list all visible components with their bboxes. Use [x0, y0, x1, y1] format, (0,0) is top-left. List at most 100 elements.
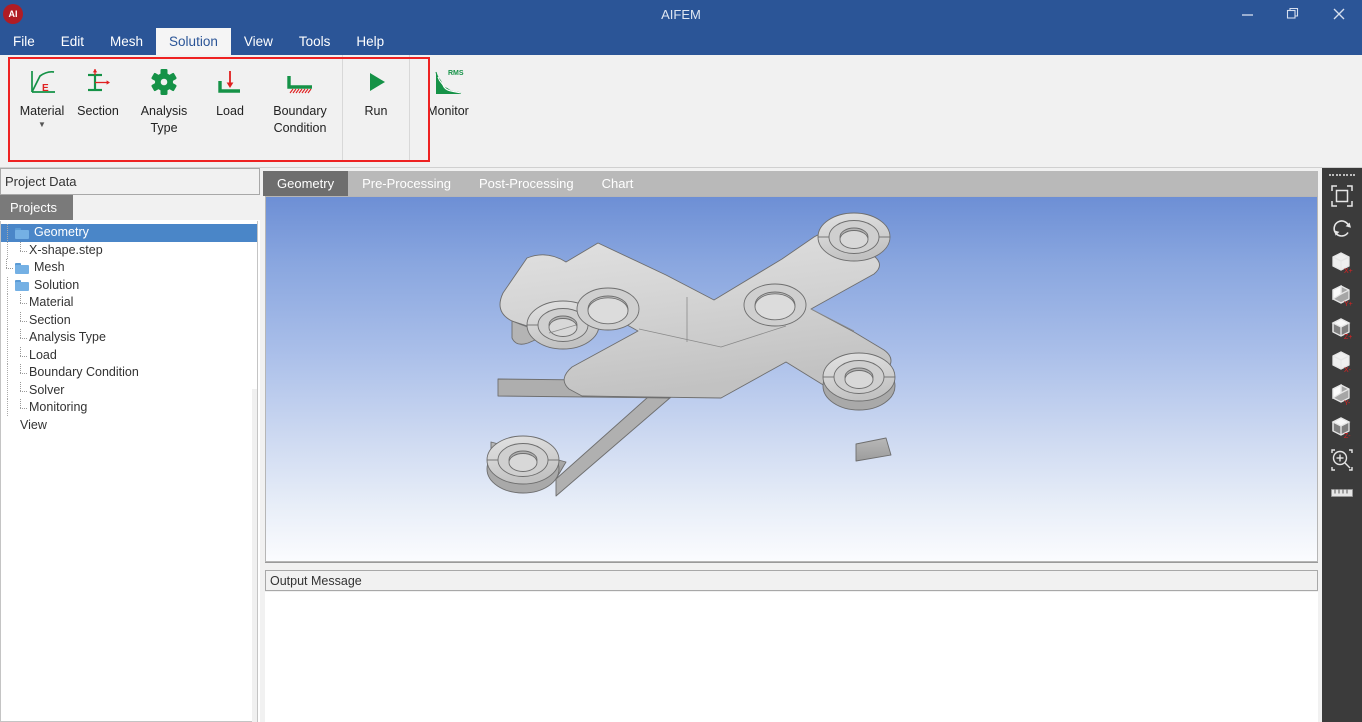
rms-chart-icon: RMS [431, 65, 465, 99]
tree-guide [1, 224, 15, 242]
restore-icon [1286, 7, 1299, 19]
svg-text:RMS: RMS [448, 70, 464, 77]
view-z-minus-button[interactable]: Z- [1324, 410, 1360, 443]
stress-strain-curve-icon: E [27, 65, 57, 99]
geometry-viewport[interactable]: X Y Z [265, 196, 1318, 562]
tree-label: X-shape.step [29, 242, 103, 257]
tab-pre-processing[interactable]: Pre-Processing [348, 171, 465, 196]
folder-icon [15, 227, 30, 239]
tree-item-monitoring[interactable]: Monitoring [1, 399, 257, 417]
tree-item-solution[interactable]: Solution [1, 276, 257, 295]
main-tabstrip: Geometry Pre-Processing Post-Processing … [263, 171, 1318, 196]
ribbon-button-section[interactable]: Section [70, 55, 126, 162]
tree-label: Monitoring [29, 400, 88, 415]
tree-elbow [15, 346, 29, 364]
menu-item-mesh[interactable]: Mesh [97, 28, 156, 55]
rotate-button[interactable] [1324, 212, 1360, 245]
view-x-plus-button[interactable]: X+ [1324, 245, 1360, 278]
ribbon-label-monitor: Monitor [427, 104, 469, 118]
tree-elbow [15, 364, 29, 381]
tree-item-load[interactable]: Load [1, 346, 257, 365]
tree-label: Boundary Condition [29, 365, 139, 380]
gear-icon [149, 65, 179, 99]
svg-text:Z-: Z- [1344, 433, 1351, 439]
window-title: AIFEM [661, 6, 701, 22]
tree-guide [1, 294, 15, 312]
tab-chart[interactable]: Chart [588, 171, 648, 196]
menu-item-tools[interactable]: Tools [286, 28, 344, 55]
ribbon-button-load[interactable]: Load [202, 55, 258, 162]
view-y-plus-icon: Y+ [1332, 284, 1353, 307]
close-button[interactable] [1316, 0, 1362, 28]
tree-label: Section [29, 312, 71, 327]
tab-geometry[interactable]: Geometry [263, 171, 349, 196]
minimize-icon [1241, 13, 1253, 16]
tree-item-x-shape-step[interactable]: X-shape.step [1, 241, 257, 260]
menu-item-view[interactable]: View [231, 28, 286, 55]
tree-item-mesh[interactable]: Mesh [1, 259, 257, 277]
tree-item-boundary-condition[interactable]: Boundary Condition [1, 364, 257, 382]
menu-item-solution[interactable]: Solution [156, 28, 231, 55]
minimize-button[interactable] [1224, 0, 1270, 28]
menu-item-file[interactable]: File [0, 28, 48, 55]
ribbon-label-analysis-type: Analysis Type [140, 104, 188, 135]
tree-elbow [1, 259, 15, 276]
rotate-icon [1333, 219, 1351, 237]
fit-to-screen-icon [1331, 184, 1353, 207]
project-data-header: Project Data [0, 168, 260, 195]
ribbon-label-section: Section [77, 104, 119, 118]
tree-item-section[interactable]: Section [1, 311, 257, 330]
folder-icon [15, 279, 30, 292]
tree-elbow [15, 399, 29, 416]
ribbon-button-run[interactable]: Run [343, 55, 409, 162]
ribbon-button-boundary-condition[interactable]: Boundary Condition [258, 55, 342, 162]
measure-button[interactable] [1324, 476, 1360, 509]
zoom-in-button[interactable] [1324, 443, 1360, 476]
tree-item-solver[interactable]: Solver [1, 381, 257, 400]
svg-text:X-: X- [1344, 367, 1352, 373]
tree-item-analysis-type[interactable]: Analysis Type [1, 329, 257, 347]
chevron-down-icon[interactable]: ▼ [38, 121, 46, 129]
tree-label: View [20, 417, 47, 432]
tree-label: Load [29, 347, 57, 362]
zoom-in-icon [1331, 448, 1353, 471]
view-z-minus-icon: Z- [1331, 416, 1351, 439]
tree-elbow [15, 294, 29, 311]
tree-item-geometry[interactable]: Geometry [1, 224, 257, 242]
toolbar-drag-handle[interactable] [1329, 171, 1355, 179]
tree-elbow [15, 381, 29, 399]
view-x-minus-button[interactable]: X- [1324, 344, 1360, 377]
ribbon-button-analysis-type[interactable]: Analysis Type [126, 55, 202, 162]
tree-label: Material [29, 295, 74, 310]
menu-item-edit[interactable]: Edit [48, 28, 97, 55]
tree-label: Geometry [34, 225, 89, 240]
x-shape-bracket-model [486, 212, 896, 497]
tree-item-view[interactable]: View [1, 417, 257, 435]
menu-item-help[interactable]: Help [343, 28, 397, 55]
tree-item-material[interactable]: Material [1, 294, 257, 312]
ribbon-toolbar: E Material ▼ Section Analysis Type Load … [0, 55, 1362, 168]
ribbon-group-monitor: RMS Monitor [409, 55, 486, 162]
view-x-plus-icon: X+ [1332, 251, 1353, 274]
tab-post-processing[interactable]: Post-Processing [465, 171, 588, 196]
viewport-bottom-border [265, 562, 1318, 563]
ribbon-group-setup: E Material ▼ Section Analysis Type Load … [0, 55, 342, 162]
application-window: AI AIFEM File Edit Mesh Solution View To… [0, 0, 1362, 722]
tree-guide [1, 399, 15, 417]
load-arrow-icon [215, 65, 245, 99]
ribbon-button-material[interactable]: E Material ▼ [14, 55, 70, 162]
ribbon-button-monitor[interactable]: RMS Monitor [410, 55, 486, 162]
view-y-plus-button[interactable]: Y+ [1324, 278, 1360, 311]
fit-to-screen-button[interactable] [1324, 179, 1360, 212]
svg-text:Y+: Y+ [1344, 301, 1353, 307]
view-y-minus-button[interactable]: Y- [1324, 377, 1360, 410]
tab-projects[interactable]: Projects [0, 195, 73, 220]
view-z-plus-icon: Z+ [1331, 317, 1352, 340]
ribbon-label-material: Material [19, 104, 65, 118]
output-message-header: Output Message [265, 570, 1318, 591]
tree-guide [1, 311, 15, 329]
view-z-plus-button[interactable]: Z+ [1324, 311, 1360, 344]
restore-button[interactable] [1270, 0, 1316, 28]
play-icon [362, 65, 390, 99]
tree-scrollbar[interactable] [252, 389, 257, 722]
